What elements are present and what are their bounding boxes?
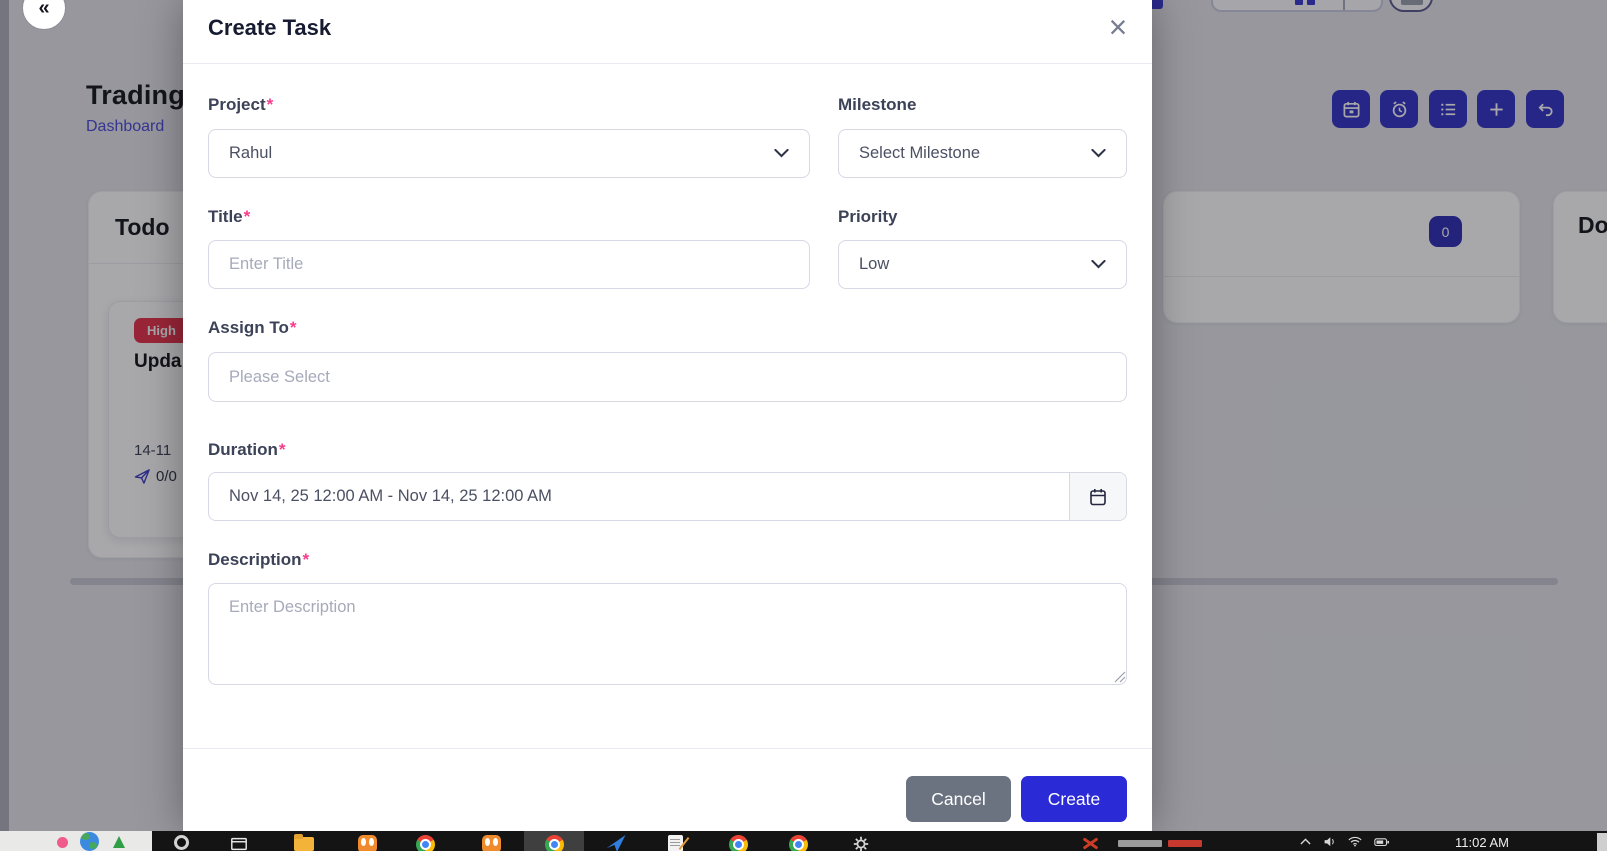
close-icon[interactable]: ×: [1097, 6, 1139, 48]
assign-to-input[interactable]: [208, 352, 1127, 402]
taskbar-app-notepad[interactable]: [653, 831, 697, 851]
taskbar-app-search[interactable]: [159, 831, 203, 851]
priority-label: Priority: [838, 207, 898, 226]
description-textarea[interactable]: [208, 583, 1127, 685]
create-task-modal: Create Task × Project* Milestone Rahul S…: [183, 0, 1152, 831]
taskbar-app-blue[interactable]: [594, 831, 638, 851]
taskbar-app-chrome-1[interactable]: [403, 831, 447, 851]
project-select-value: Rahul: [229, 144, 273, 162]
folder-icon: [294, 834, 314, 851]
wifi-icon[interactable]: [1348, 836, 1362, 847]
tray-label: [1118, 840, 1162, 847]
taskbar-app-chrome-2[interactable]: [716, 831, 760, 851]
modal-title: Create Task: [208, 15, 332, 40]
chevron-up-icon[interactable]: [1300, 838, 1311, 845]
priority-select-value: Low: [859, 255, 890, 273]
calendar-icon: [1090, 488, 1106, 505]
modal-footer-divider: [183, 748, 1152, 749]
duration-input[interactable]: [209, 473, 1069, 520]
globe-icon[interactable]: [80, 832, 99, 851]
description-label: Description*: [208, 550, 310, 569]
mascot-icon: [357, 835, 377, 851]
duration-label: Duration*: [208, 440, 286, 459]
required-asterisk: *: [302, 550, 310, 569]
notepad-icon: [667, 835, 683, 851]
create-button[interactable]: Create: [1021, 776, 1127, 822]
battery-icon[interactable]: [1374, 837, 1389, 846]
taskbar-app-mascot-2[interactable]: [469, 831, 513, 851]
chrome-icon: [728, 835, 748, 851]
blue-arrow-icon: [606, 835, 626, 851]
cancel-button[interactable]: Cancel: [906, 776, 1011, 822]
taskbar: 11:02 AM: [0, 831, 1607, 851]
title-label: Title*: [208, 207, 251, 226]
required-asterisk: *: [243, 207, 251, 226]
speaker-icon[interactable]: [1323, 836, 1336, 847]
resize-handle-icon[interactable]: [1113, 670, 1126, 683]
milestone-select-value: Select Milestone: [859, 144, 981, 162]
required-asterisk: *: [278, 440, 286, 459]
project-select[interactable]: Rahul: [208, 129, 810, 178]
duration-calendar-button[interactable]: [1069, 473, 1126, 520]
required-asterisk: *: [266, 95, 274, 114]
chrome-icon: [544, 835, 564, 851]
duration-field: [208, 472, 1127, 521]
taskbar-app-settings[interactable]: [839, 831, 883, 851]
chevron-down-icon: [1091, 260, 1106, 269]
taskbar-app-files[interactable]: [282, 831, 326, 851]
tray-label-red: [1168, 840, 1202, 847]
project-label: Project*: [208, 95, 274, 114]
chevron-down-icon: [1091, 149, 1106, 158]
taskbar-app-chrome-active[interactable]: [524, 831, 584, 851]
system-tray: [1300, 836, 1389, 847]
title-input[interactable]: [208, 240, 810, 289]
chrome-icon: [415, 835, 435, 851]
modal-header-divider: [183, 63, 1152, 64]
gear-icon: [853, 836, 869, 851]
chevron-down-icon: [774, 149, 789, 158]
window-icon: [231, 837, 247, 851]
show-desktop-button[interactable]: [1597, 833, 1607, 851]
chrome-icon: [788, 835, 808, 851]
tray-logo-icon[interactable]: [1080, 836, 1100, 850]
pink-dot-icon[interactable]: [57, 837, 68, 848]
taskbar-app-chrome-3[interactable]: [776, 831, 820, 851]
mascot-icon: [481, 835, 501, 851]
clock[interactable]: 11:02 AM: [1455, 835, 1509, 850]
taskbar-app-mascot-1[interactable]: [345, 831, 389, 851]
assign-to-label: Assign To*: [208, 318, 297, 337]
green-triangle-icon[interactable]: [113, 836, 125, 848]
desktop-dock: [0, 831, 152, 851]
milestone-select[interactable]: Select Milestone: [838, 129, 1127, 178]
priority-select[interactable]: Low: [838, 240, 1127, 289]
taskbar-app-window[interactable]: [217, 831, 261, 851]
required-asterisk: *: [289, 318, 297, 337]
app-icon: [173, 835, 189, 850]
milestone-label: Milestone: [838, 95, 917, 114]
